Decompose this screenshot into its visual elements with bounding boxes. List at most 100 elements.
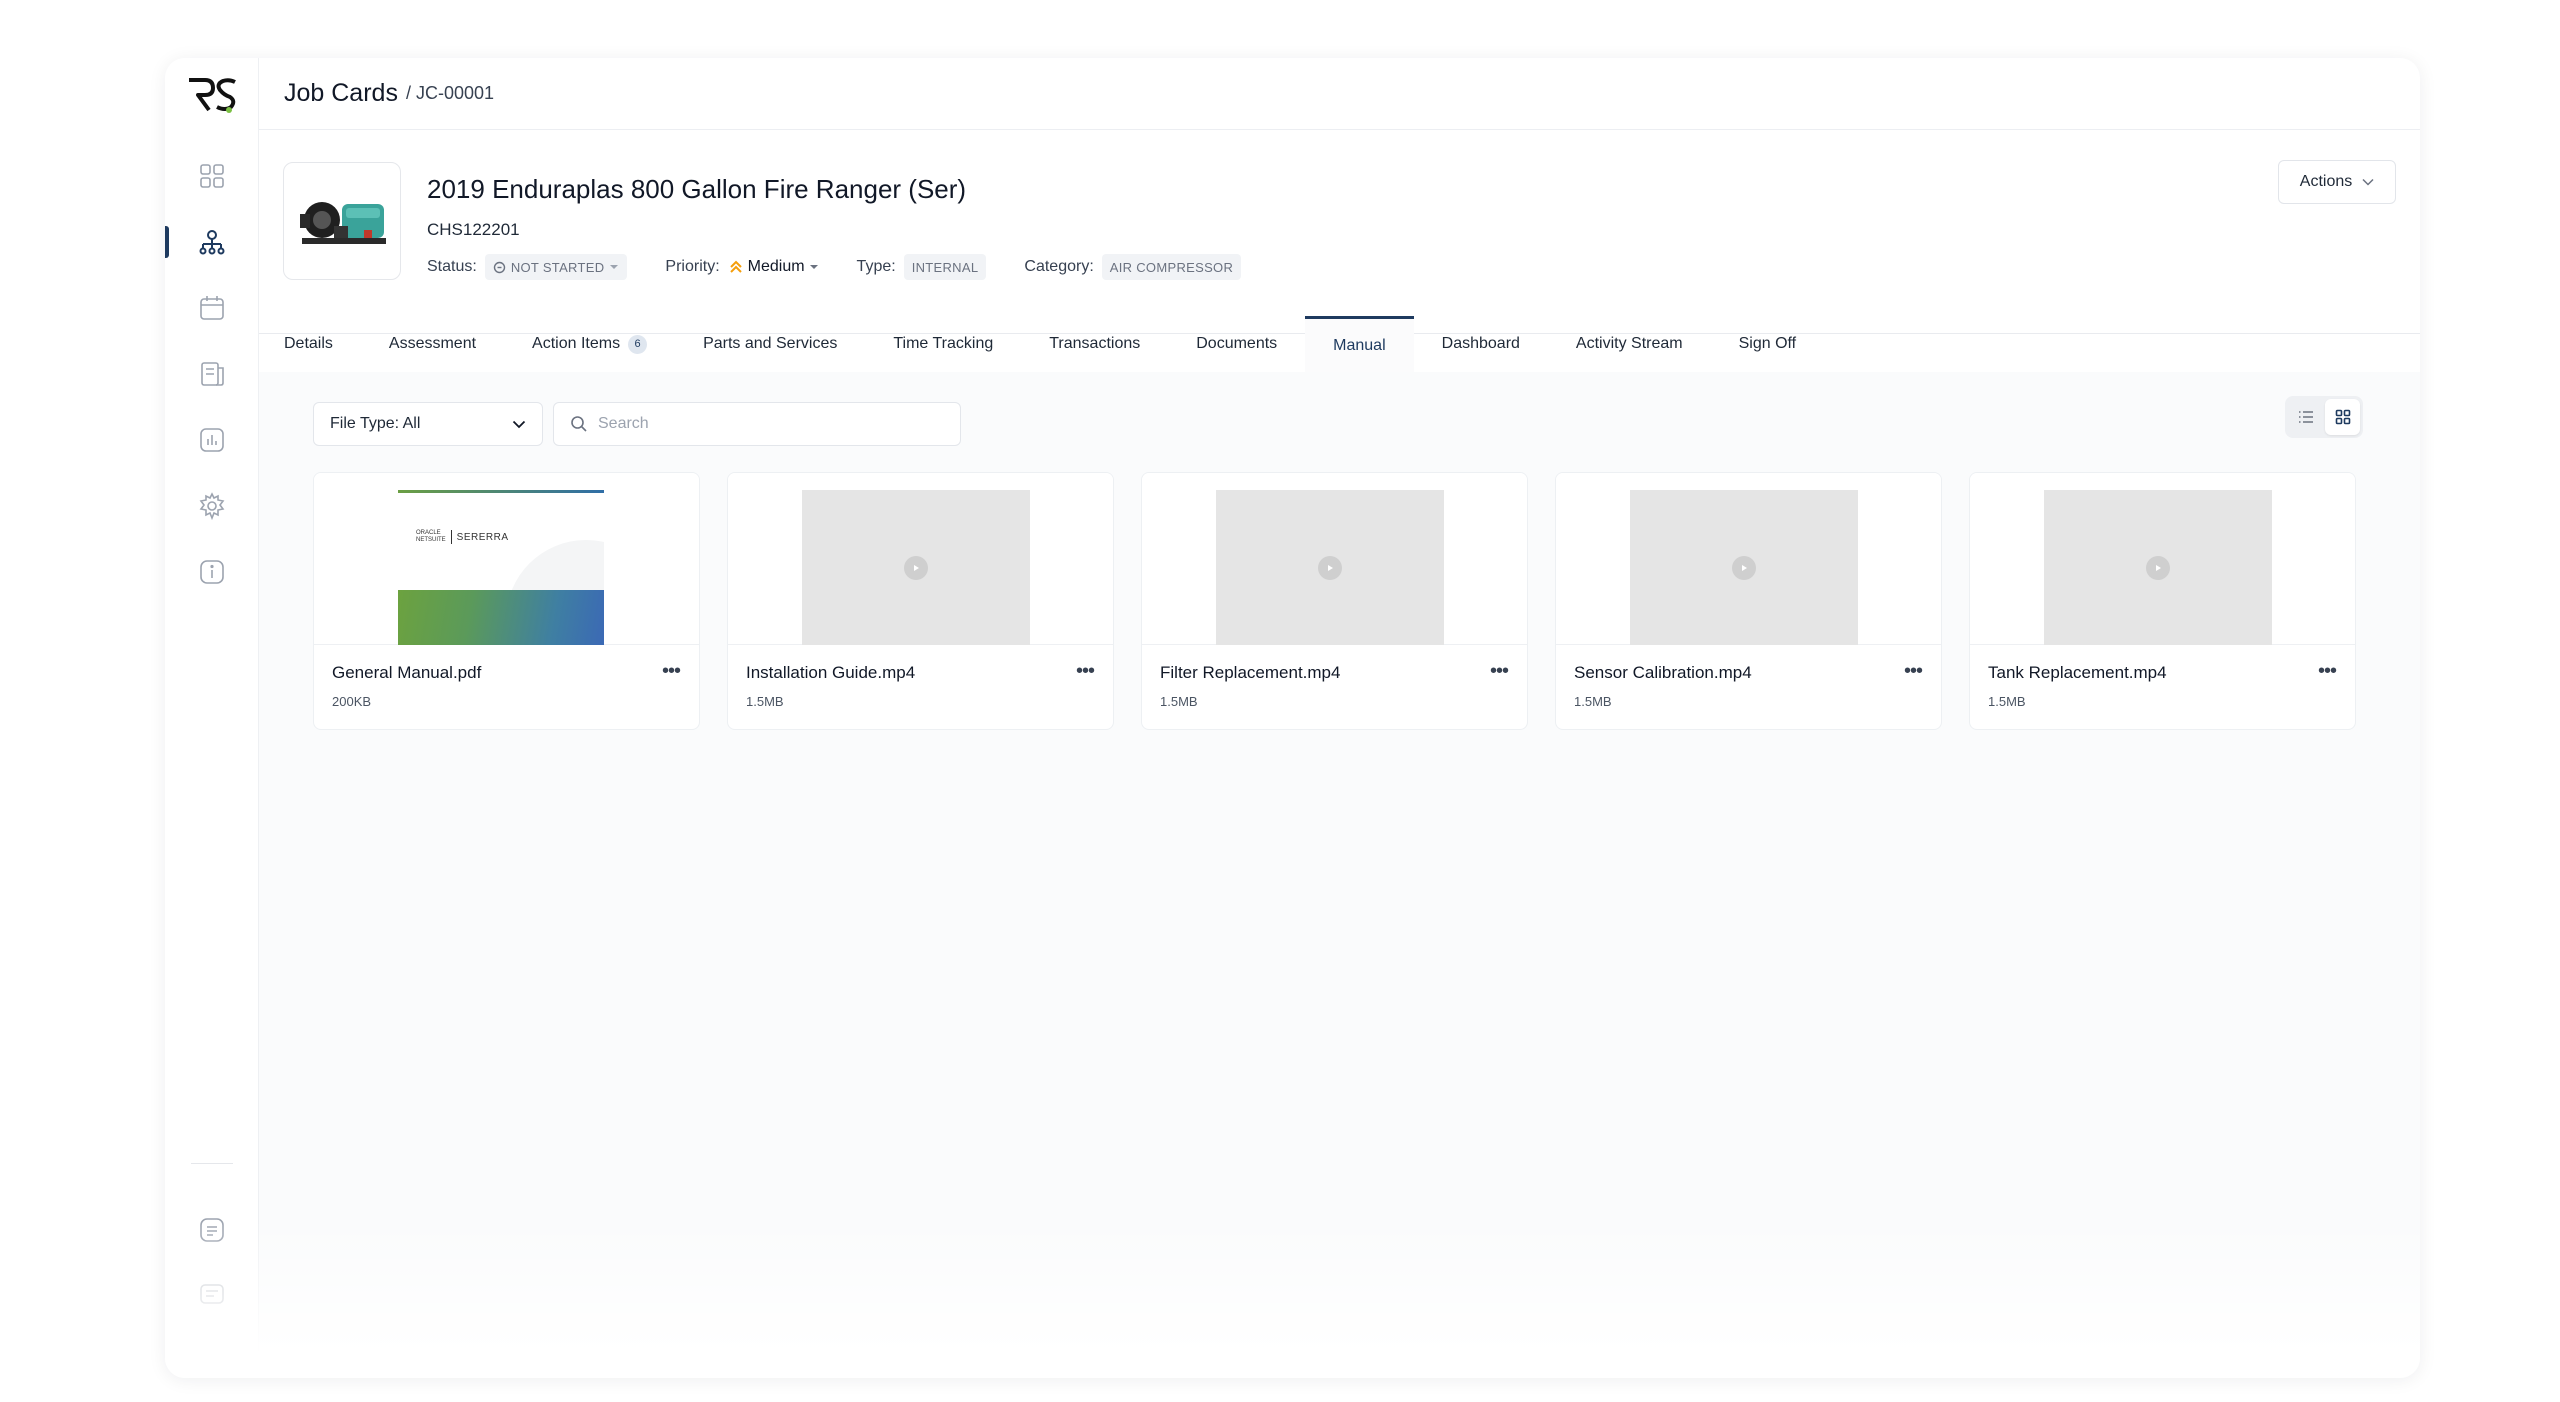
breadcrumb-root[interactable]: Job Cards [284, 79, 398, 108]
tab-label: Parts and Services [703, 335, 838, 352]
view-toggle [2285, 396, 2363, 438]
file-size: 1.5MB [1160, 694, 1198, 709]
tab-label: Time Tracking [893, 335, 994, 352]
file-size: 1.5MB [1988, 694, 2026, 709]
priority-dropdown[interactable]: Medium [728, 258, 819, 276]
equipment-thumbnail [283, 162, 401, 280]
info-icon [200, 560, 224, 584]
tab-dashboard[interactable]: Dashboard [1414, 316, 1548, 372]
nav-dashboard[interactable] [165, 156, 259, 196]
nav-analytics[interactable] [165, 420, 259, 460]
chevron-down-icon [512, 420, 526, 428]
priority-chevrons-up-icon [729, 260, 742, 273]
file-card[interactable]: Sensor Calibration.mp4 1.5MB ••• [1555, 472, 1942, 730]
play-icon [1732, 555, 1756, 580]
tab-documents[interactable]: Documents [1168, 316, 1305, 372]
file-preview [1142, 473, 1527, 645]
search-icon [571, 416, 587, 432]
category-group: Category: AIR COMPRESSOR [1024, 254, 1242, 280]
priority-label: Priority: [665, 258, 720, 275]
type-label: Type: [856, 258, 896, 275]
file-name: General Manual.pdf [332, 663, 482, 682]
tab-sign-off[interactable]: Sign Off [1711, 316, 1825, 372]
more-options-icon[interactable]: ••• [1487, 659, 1511, 683]
more-options-icon[interactable]: ••• [659, 659, 683, 683]
tab-label: Dashboard [1441, 335, 1520, 352]
list-icon [2298, 411, 2313, 423]
tab-parts-and-services[interactable]: Parts and Services [675, 316, 865, 372]
tab-label: Assessment [388, 335, 477, 352]
breadcrumb: Job Cards / JC-00001 [259, 58, 2420, 130]
video-thumbnail [1216, 490, 1444, 645]
tab-assessment[interactable]: Assessment [361, 316, 504, 372]
manual-panel: File Type: All Search ORACLE NETSUITE SE… [259, 372, 2420, 1378]
job-meta: Status: NOT STARTED Priority: Medium Typ… [427, 254, 1279, 280]
list-view-button[interactable] [2288, 399, 2323, 435]
video-thumbnail [1630, 490, 1858, 645]
video-thumbnail [802, 490, 1030, 645]
grid-icon [2335, 409, 2350, 425]
status-dropdown[interactable]: NOT STARTED [484, 254, 628, 280]
file-card[interactable]: ORACLE NETSUITE SERERRA General Manual.pd… [313, 472, 700, 730]
tab-time-tracking[interactable]: Time Tracking [865, 316, 1021, 372]
file-card[interactable]: Tank Replacement.mp4 1.5MB ••• [1969, 472, 2356, 730]
hierarchy-icon [199, 230, 225, 255]
file-name: Filter Replacement.mp4 [1160, 663, 1341, 682]
calendar-icon [200, 296, 224, 320]
nav-info[interactable] [165, 552, 259, 592]
chevron-down-icon [2362, 178, 2374, 186]
file-card[interactable]: Installation Guide.mp4 1.5MB ••• [727, 472, 1114, 730]
pdf-cover-thumbnail: ORACLE NETSUITE SERERRA [398, 490, 604, 645]
file-name: Installation Guide.mp4 [746, 663, 916, 682]
grid-icon [200, 164, 224, 188]
more-options-icon[interactable]: ••• [2315, 659, 2339, 683]
priority-value: Medium [747, 258, 805, 275]
search-input[interactable] [598, 415, 938, 433]
app-logo [189, 78, 236, 113]
tab-details[interactable]: Details [259, 316, 361, 372]
video-thumbnail [2044, 490, 2272, 645]
chart-icon [200, 428, 224, 452]
priority-group: Priority: Medium [665, 258, 818, 276]
nav-messages[interactable] [165, 1274, 259, 1314]
sidebar [165, 58, 259, 1378]
more-options-icon[interactable]: ••• [1073, 659, 1097, 683]
pdf-cover-logo: ORACLE NETSUITE SERERRA [416, 530, 509, 544]
tab-label: Details [284, 335, 333, 352]
actions-button[interactable]: Actions [2278, 160, 2396, 204]
tab-label: Documents [1196, 335, 1278, 352]
tab-bar: Details Assessment Action Items 6 Parts a… [259, 316, 2420, 372]
tab-label: Manual [1333, 336, 1386, 354]
status-circle-icon [493, 261, 506, 273]
file-type-value: File Type: All [330, 415, 421, 432]
air-compressor-image [300, 202, 386, 244]
category-label: Category: [1024, 258, 1094, 275]
breadcrumb-current: / JC-00001 [405, 83, 495, 103]
nav-settings[interactable] [165, 486, 259, 526]
file-card[interactable]: Filter Replacement.mp4 1.5MB ••• [1141, 472, 1528, 730]
nav-reports[interactable] [165, 354, 259, 394]
grid-view-button[interactable] [2325, 399, 2360, 435]
report-icon [201, 362, 224, 386]
nav-support[interactable] [165, 1210, 259, 1250]
tab-label: Action Items [532, 335, 621, 352]
app-window: Job Cards / JC-00001 2019 Enduraplas 800… [165, 58, 2420, 1378]
status-value: NOT STARTED [510, 259, 605, 275]
nav-job-cards[interactable] [165, 222, 259, 262]
tab-label: Sign Off [1738, 335, 1797, 352]
tab-action-items[interactable]: Action Items 6 [504, 316, 675, 372]
action-items-count-badge: 6 [628, 334, 648, 354]
more-options-icon[interactable]: ••• [1901, 659, 1925, 683]
play-icon [1318, 555, 1342, 580]
play-icon [2146, 555, 2170, 580]
tab-transactions[interactable]: Transactions [1021, 316, 1168, 372]
file-size: 1.5MB [746, 694, 784, 709]
support-icon [200, 1218, 224, 1242]
nav-calendar[interactable] [165, 288, 259, 328]
file-grid: ORACLE NETSUITE SERERRA General Manual.pd… [313, 472, 2356, 730]
actions-label: Actions [2299, 173, 2353, 190]
tab-manual[interactable]: Manual [1305, 316, 1414, 372]
file-type-select[interactable]: File Type: All [313, 402, 543, 446]
file-size: 200KB [332, 694, 372, 709]
tab-activity-stream[interactable]: Activity Stream [1548, 316, 1711, 372]
